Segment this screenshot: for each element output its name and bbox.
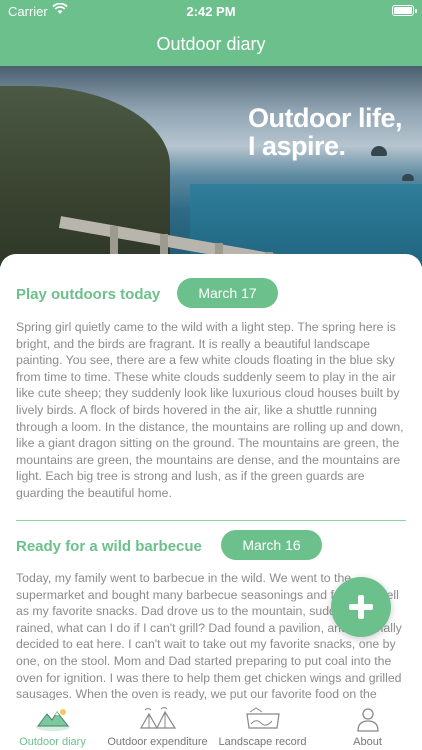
add-entry-button[interactable] — [331, 577, 391, 637]
entry-title: Ready for a wild barbecue — [16, 538, 202, 555]
hero-image: Outdoor life, I aspire. — [0, 66, 422, 266]
entry-date-badge: March 16 — [221, 530, 322, 560]
mountain-icon — [35, 706, 71, 737]
map-icon — [244, 706, 282, 737]
hero-tagline-line1: Outdoor life, — [248, 103, 402, 133]
tab-outdoor-diary[interactable]: Outdoor diary — [0, 700, 105, 750]
entry-body: Spring girl quietly came to the wild wit… — [16, 320, 404, 500]
hero-tagline: Outdoor life, I aspire. — [248, 104, 418, 160]
tab-label: Outdoor diary — [19, 736, 86, 748]
tab-landscape-record[interactable]: Landscape record — [210, 700, 315, 750]
hero-tagline-line2: I aspire. — [248, 131, 346, 161]
tents-icon — [139, 706, 177, 737]
status-bar: Carrier 2:42 PM — [0, 0, 422, 22]
entry-date-badge: March 17 — [177, 278, 278, 308]
tab-label: Outdoor expenditure — [107, 736, 208, 748]
tab-outdoor-expenditure[interactable]: Outdoor expenditure — [105, 700, 210, 750]
entry-divider — [16, 520, 406, 521]
battery-icon — [392, 5, 417, 16]
tab-about[interactable]: About — [315, 700, 420, 750]
tab-label: Landscape record — [218, 736, 307, 748]
tab-bar: Outdoor diary Outdoor expenditure Landsc… — [0, 700, 422, 750]
entry-title: Play outdoors today — [16, 286, 161, 303]
clock: 2:42 PM — [186, 4, 236, 19]
nav-bar: Outdoor diary — [0, 22, 422, 66]
rock-shape — [402, 174, 414, 181]
person-icon — [355, 706, 381, 737]
tab-label: About — [353, 736, 382, 748]
page-title: Outdoor diary — [156, 34, 266, 54]
